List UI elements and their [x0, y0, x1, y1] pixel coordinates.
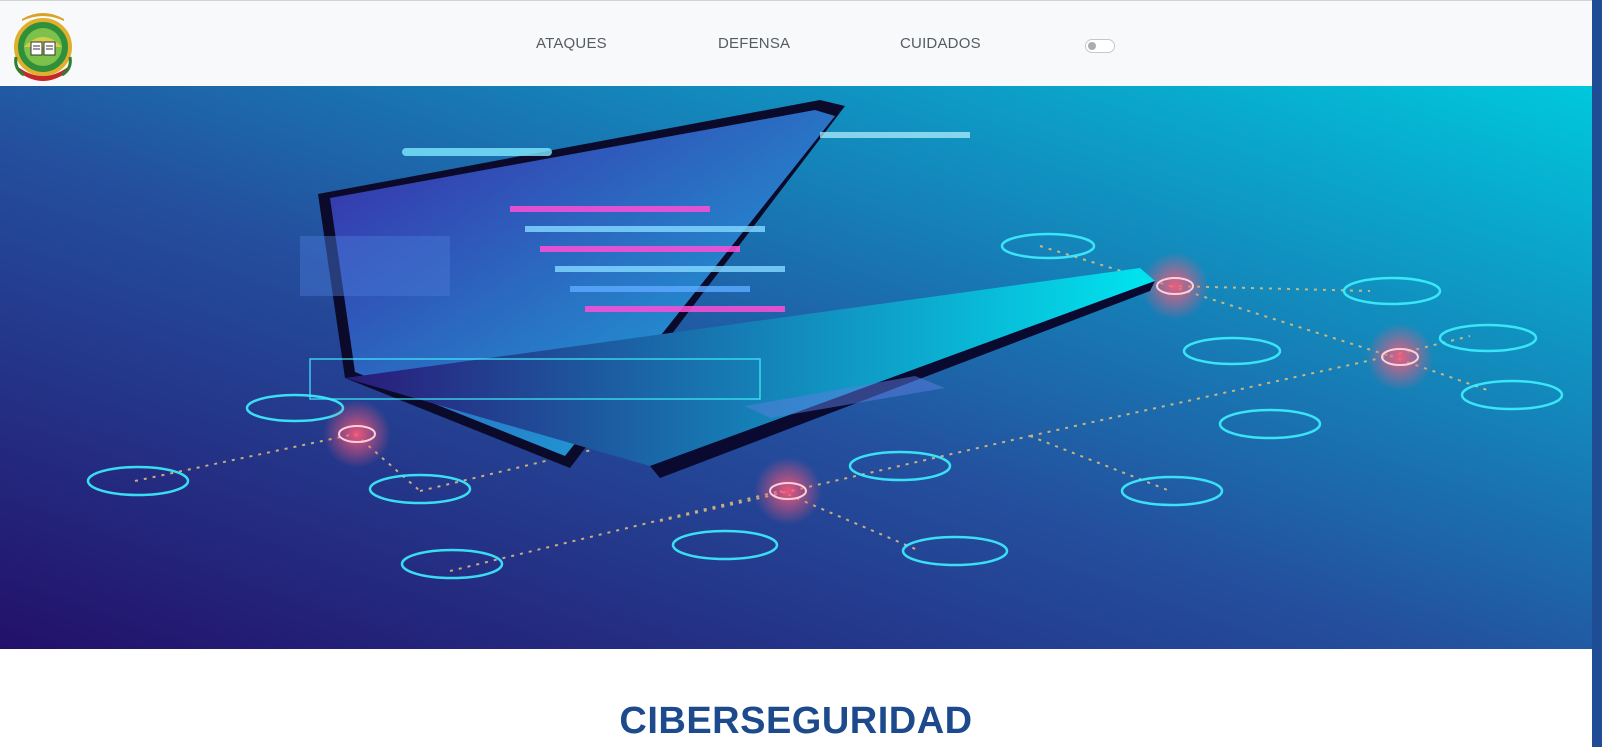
navbar: ATAQUES DEFENSA CUIDADOS	[0, 0, 1592, 86]
toggle-knob	[1088, 42, 1096, 50]
hero-banner	[0, 86, 1592, 649]
nav-link-ataques[interactable]: ATAQUES	[536, 35, 607, 52]
window-edge	[1592, 0, 1602, 747]
page: ATAQUES DEFENSA CUIDADOS CIBERSEGURIDAD	[0, 0, 1592, 747]
toggle-switch-icon[interactable]	[1085, 39, 1115, 53]
university-crest-icon[interactable]	[12, 9, 74, 81]
nav-link-cuidados[interactable]: CUIDADOS	[900, 35, 981, 52]
nav-link-defensa[interactable]: DEFENSA	[718, 35, 790, 52]
cybersecurity-laptop-illustration	[0, 86, 1592, 649]
page-title: CIBERSEGURIDAD	[619, 700, 973, 742]
